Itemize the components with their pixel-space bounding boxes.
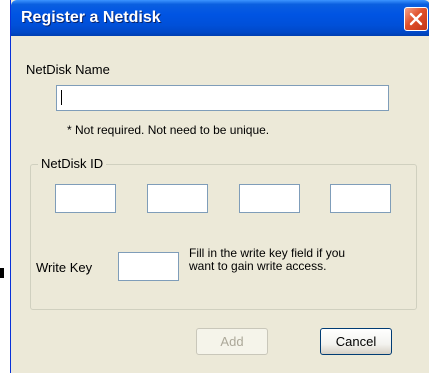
text-caret [61,90,62,105]
write-key-label: Write Key [36,260,93,275]
netdisk-id-field-2[interactable] [147,184,208,213]
netdisk-id-label: NetDisk ID [38,156,107,171]
name-note: * Not required. Not need to be unique. [67,123,270,137]
write-key-hint: Fill in the write key field if you want … [189,247,389,273]
netdisk-name-input[interactable] [56,85,389,111]
background-mark [0,268,4,278]
close-button[interactable] [404,7,428,31]
close-icon [409,12,423,26]
window-title: Register a Netdisk [21,9,161,26]
write-key-hint-line-2: want to gain write access. [189,259,327,273]
netdisk-id-field-4[interactable] [330,184,391,213]
title-bar[interactable]: Register a Netdisk [11,0,429,36]
register-netdisk-dialog: Register a Netdisk NetDisk Name * Not re… [10,0,429,373]
netdisk-name-label: NetDisk Name [26,62,110,77]
netdisk-id-field-3[interactable] [239,184,300,213]
write-key-input[interactable] [118,252,179,281]
add-button[interactable]: Add [196,328,268,355]
netdisk-id-field-1[interactable] [55,184,116,213]
cancel-button[interactable]: Cancel [320,328,392,355]
